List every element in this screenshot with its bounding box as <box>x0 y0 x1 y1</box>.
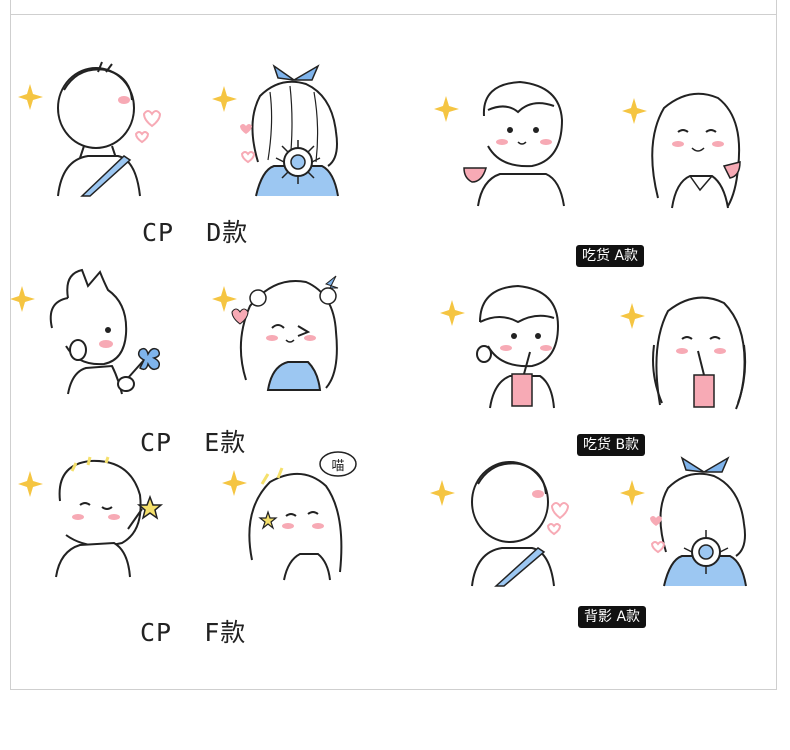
drink-cup-icon <box>511 373 533 407</box>
star-icon <box>136 494 164 520</box>
cp-f-girl-illustration: 喵 <box>222 450 362 585</box>
sparkle-icon <box>620 480 645 506</box>
cp-d-label: CP D款 <box>142 218 249 247</box>
speech-bubble: 喵 <box>319 451 357 477</box>
sparkle-icon <box>430 480 455 506</box>
cp-d-girl-illustration <box>210 62 350 202</box>
sparkle-icon <box>434 96 459 122</box>
cp-e-boy-illustration <box>8 268 168 398</box>
cp-f-boy-illustration <box>18 455 168 585</box>
top-frame-line <box>10 0 777 15</box>
bubble-text: 喵 <box>331 459 344 474</box>
cp-f-label: CP F款 <box>140 618 247 647</box>
sparkle-icon <box>212 86 237 112</box>
ribbon-icon <box>272 64 320 81</box>
sparkle-icon <box>620 303 645 329</box>
chihuo-b-girl-illustration <box>620 285 755 415</box>
chihuo-a-girl-illustration <box>620 82 750 212</box>
flower-icon <box>137 347 161 371</box>
chihuo-a-boy-illustration <box>432 76 577 211</box>
cp-d-boy-illustration <box>18 60 168 200</box>
sparkle-icon <box>18 471 43 497</box>
watermelon-icon <box>463 167 487 183</box>
beiying-a-girl-illustration <box>620 452 755 592</box>
sparkle-icon <box>212 286 237 312</box>
sparkle-icon <box>440 300 465 326</box>
beiying-a-tag: 背影 A款 <box>578 606 647 628</box>
ribbon-icon <box>680 456 730 473</box>
sparkle-icon <box>10 286 35 312</box>
drink-cup-icon <box>693 374 715 408</box>
chihuo-b-boy-illustration <box>440 282 570 412</box>
sparkle-icon <box>222 470 247 496</box>
sparkle-icon <box>622 98 647 124</box>
cp-e-girl-illustration <box>210 272 355 397</box>
sparkle-icon <box>18 84 43 110</box>
chihuo-a-tag: 吃货 A款 <box>576 245 645 267</box>
beiying-a-boy-illustration <box>430 454 575 589</box>
